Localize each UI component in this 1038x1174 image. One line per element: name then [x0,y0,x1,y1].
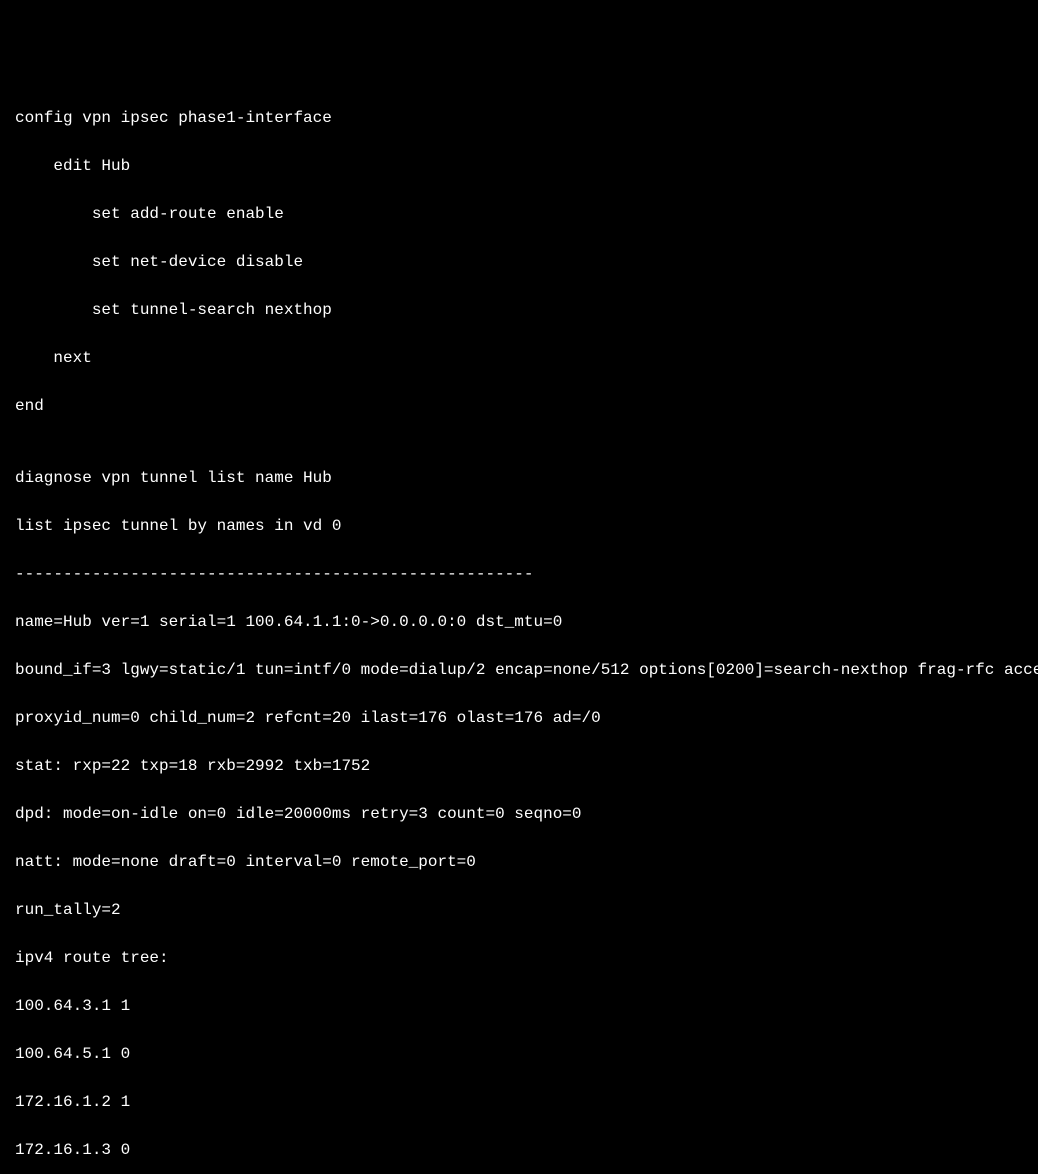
terminal-line: config vpn ipsec phase1-interface [15,106,1023,130]
terminal-line: dpd: mode=on-idle on=0 idle=20000ms retr… [15,802,1023,826]
terminal-line: 100.64.5.1 0 [15,1042,1023,1066]
terminal-line: set tunnel-search nexthop [15,298,1023,322]
terminal-line: name=Hub ver=1 serial=1 100.64.1.1:0->0.… [15,610,1023,634]
terminal-line: ----------------------------------------… [15,562,1023,586]
terminal-line: run_tally=2 [15,898,1023,922]
terminal-line: natt: mode=none draft=0 interval=0 remot… [15,850,1023,874]
terminal-line: end [15,394,1023,418]
terminal-line: stat: rxp=22 txp=18 rxb=2992 txb=1752 [15,754,1023,778]
terminal-line: 172.16.1.3 0 [15,1138,1023,1162]
terminal-line: bound_if=3 lgwy=static/1 tun=intf/0 mode… [15,658,1023,682]
terminal-line: 100.64.3.1 1 [15,994,1023,1018]
terminal-line: ipv4 route tree: [15,946,1023,970]
terminal-line: next [15,346,1023,370]
terminal-line: edit Hub [15,154,1023,178]
terminal-line: list ipsec tunnel by names in vd 0 [15,514,1023,538]
terminal-line: 172.16.1.2 1 [15,1090,1023,1114]
terminal-line: diagnose vpn tunnel list name Hub [15,466,1023,490]
terminal-line: set add-route enable [15,202,1023,226]
terminal-line: proxyid_num=0 child_num=2 refcnt=20 ilas… [15,706,1023,730]
terminal-line: set net-device disable [15,250,1023,274]
